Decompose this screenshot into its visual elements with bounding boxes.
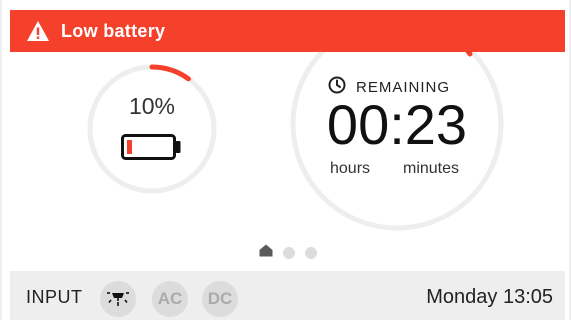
warning-icon bbox=[26, 20, 50, 42]
remaining-ring-progress bbox=[465, 52, 473, 57]
status-bar: INPUT AC DC Monday 13:05 bbox=[10, 271, 565, 320]
dc-input-indicator: DC bbox=[202, 281, 238, 317]
page-indicator bbox=[259, 244, 317, 262]
gauge-rings bbox=[87, 52, 504, 231]
ac-input-indicator: AC bbox=[152, 281, 188, 317]
page-dot-2[interactable] bbox=[283, 247, 295, 259]
solar-icon bbox=[106, 287, 130, 312]
page-dot-3[interactable] bbox=[305, 247, 317, 259]
banner-text: Low battery bbox=[61, 20, 166, 41]
home-icon[interactable] bbox=[259, 244, 273, 262]
power-station-screen: Low battery 10% REMAINING 00:23 hours mi… bbox=[0, 0, 571, 320]
battery-percent: 10% bbox=[128, 93, 176, 119]
low-battery-banner: Low battery bbox=[10, 10, 565, 52]
minutes-label: minutes bbox=[403, 160, 460, 177]
date-time: Monday 13:05 bbox=[426, 286, 553, 308]
hours-label: hours bbox=[330, 160, 371, 177]
battery-ring-progress bbox=[149, 64, 191, 82]
input-label: INPUT bbox=[26, 287, 83, 307]
screen-edge-left bbox=[0, 0, 2, 320]
battery-icon bbox=[121, 134, 181, 165]
solar-input-indicator bbox=[100, 281, 136, 317]
battery-ring-track bbox=[87, 64, 217, 194]
remaining-time: 00:23 bbox=[326, 93, 468, 156]
status-panel: 10% REMAINING 00:23 hours minutes bbox=[10, 52, 565, 271]
